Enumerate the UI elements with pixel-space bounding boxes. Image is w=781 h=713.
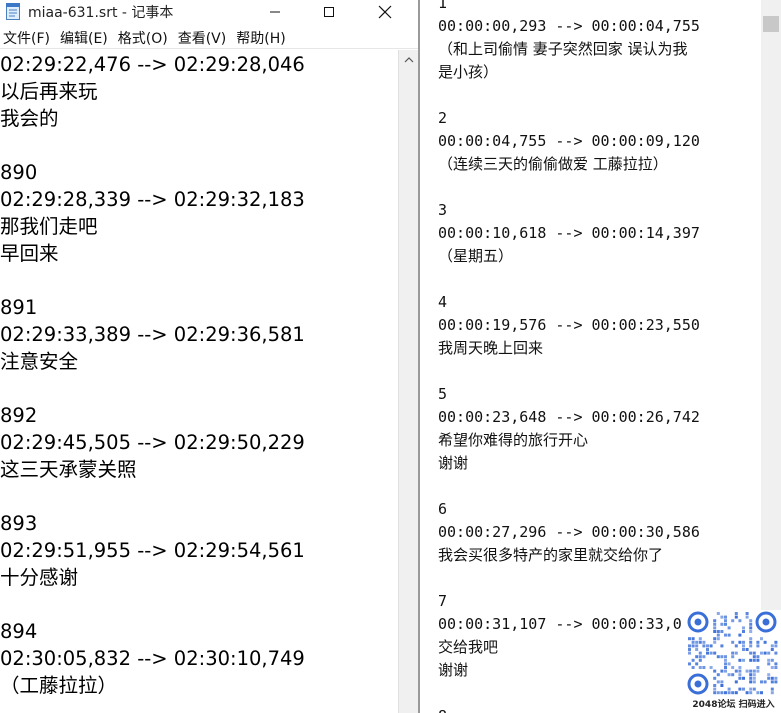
vertical-scrollbar[interactable] bbox=[398, 50, 418, 713]
editor-line: 注意安全 bbox=[0, 350, 79, 373]
title-bar[interactable]: miaa-631.srt - 记事本 bbox=[0, 0, 418, 24]
subtitle-line: 我周天晚上回来 bbox=[438, 339, 544, 357]
subtitle-line: 00:00:27,296 --> 00:00:30,586 bbox=[438, 523, 700, 541]
subtitle-line: 00:00:04,755 --> 00:00:09,120 bbox=[438, 132, 700, 150]
menu-format[interactable]: 格式(O) bbox=[115, 26, 173, 48]
maximize-icon bbox=[324, 7, 334, 17]
scrollbar-thumb[interactable] bbox=[763, 16, 779, 32]
editor-line: 十分感谢 bbox=[0, 566, 79, 589]
notepad-window: miaa-631.srt - 记事本 文件(F) 编辑(E) 格式(O) 查看(… bbox=[0, 0, 418, 713]
editor-line: 02:29:51,955 --> 02:29:54,561 bbox=[0, 539, 305, 562]
second-text-pane: 1 00:00:00,293 --> 00:00:04,755 （和上司偷情 妻子突… bbox=[420, 0, 781, 713]
subtitle-line: 3 bbox=[438, 201, 448, 219]
subtitle-line: 00:00:31,107 --> 00:00:33,0 bbox=[438, 615, 682, 633]
qr-overlay: 2048论坛 扫码进入 bbox=[686, 610, 781, 713]
subtitle-line: 2 bbox=[438, 109, 448, 127]
editor-line: 我会的 bbox=[0, 107, 59, 130]
subtitle-line: 1 bbox=[438, 0, 448, 12]
subtitle-line: 00:00:19,576 --> 00:00:23,550 bbox=[438, 316, 700, 334]
editor-line: 02:29:22,476 --> 02:29:28,046 bbox=[0, 53, 305, 76]
subtitle-line: 谢谢 bbox=[438, 454, 469, 472]
editor-line: （工藤拉拉） bbox=[0, 674, 118, 697]
qr-caption: 2048论坛 扫码进入 bbox=[692, 700, 775, 710]
subtitle-line: （连续三天的偷偷做爱 工藤拉拉） bbox=[438, 155, 668, 173]
subtitle-line: 00:00:00,293 --> 00:00:04,755 bbox=[438, 17, 700, 35]
editor-line: 那我们走吧 bbox=[0, 215, 98, 238]
editor-line: 02:29:28,339 --> 02:29:32,183 bbox=[0, 188, 305, 211]
subtitle-line: 5 bbox=[438, 385, 448, 403]
editor-line: 892 bbox=[0, 404, 38, 427]
minimize-button[interactable] bbox=[252, 0, 298, 24]
editor-line: 这三天承蒙关照 bbox=[0, 458, 137, 481]
editor-line: 891 bbox=[0, 296, 38, 319]
menu-help[interactable]: 帮助(H) bbox=[233, 26, 290, 48]
window-title: miaa-631.srt - 记事本 bbox=[28, 5, 174, 21]
subtitle-line: 谢谢 bbox=[438, 661, 469, 679]
menu-view[interactable]: 查看(V) bbox=[175, 26, 232, 48]
subtitle-line: （星期五） bbox=[438, 247, 514, 265]
editor-line: 02:30:05,832 --> 02:30:10,749 bbox=[0, 647, 305, 670]
subtitle-line: 希望你难得的旅行开心 bbox=[438, 431, 589, 449]
close-button[interactable] bbox=[362, 0, 408, 24]
scroll-up-arrow-icon[interactable] bbox=[399, 52, 418, 68]
editor-line: 以后再来玩 bbox=[0, 80, 98, 103]
maximize-button[interactable] bbox=[306, 0, 352, 24]
editor-line: 894 bbox=[0, 620, 38, 643]
notepad-icon bbox=[6, 3, 20, 20]
editor-line: 02:29:45,505 --> 02:29:50,229 bbox=[0, 431, 305, 454]
subtitle-line: 交给我吧 bbox=[438, 638, 499, 656]
subtitle-line: 6 bbox=[438, 500, 448, 518]
menu-bar: 文件(F) 编辑(E) 格式(O) 查看(V) 帮助(H) bbox=[0, 26, 418, 49]
minimize-icon bbox=[270, 11, 280, 13]
qr-code-icon bbox=[687, 611, 778, 695]
subtitle-line: 00:00:10,618 --> 00:00:14,397 bbox=[438, 224, 700, 242]
vertical-scrollbar-right[interactable] bbox=[761, 0, 781, 713]
subtitle-line: 7 bbox=[438, 592, 448, 610]
menu-file[interactable]: 文件(F) bbox=[0, 26, 55, 48]
subtitle-line: 8 bbox=[438, 705, 447, 713]
editor-line: 890 bbox=[0, 161, 38, 184]
subtitle-line: 我会买很多特产的家里就交给你了 bbox=[438, 546, 664, 564]
subtitle-line: 00:00:23,648 --> 00:00:26,742 bbox=[438, 408, 700, 426]
text-editor-area[interactable]: 02:29:22,476 --> 02:29:28,046 以后再来玩我会的 890… bbox=[0, 50, 398, 713]
subtitle-line: （和上司偷情 妻子突然回家 误认为我 bbox=[438, 40, 688, 58]
subtitle-line: 4 bbox=[438, 293, 448, 311]
close-icon bbox=[378, 5, 392, 19]
editor-line: 早回来 bbox=[0, 242, 59, 265]
menu-edit[interactable]: 编辑(E) bbox=[57, 26, 113, 48]
editor-line: 02:29:33,389 --> 02:29:36,581 bbox=[0, 323, 305, 346]
editor-line: 893 bbox=[0, 512, 38, 535]
subtitle-text-area[interactable]: 1 00:00:00,293 --> 00:00:04,755 （和上司偷情 妻子突… bbox=[420, 0, 760, 713]
subtitle-line: 是小孩） bbox=[438, 63, 499, 81]
